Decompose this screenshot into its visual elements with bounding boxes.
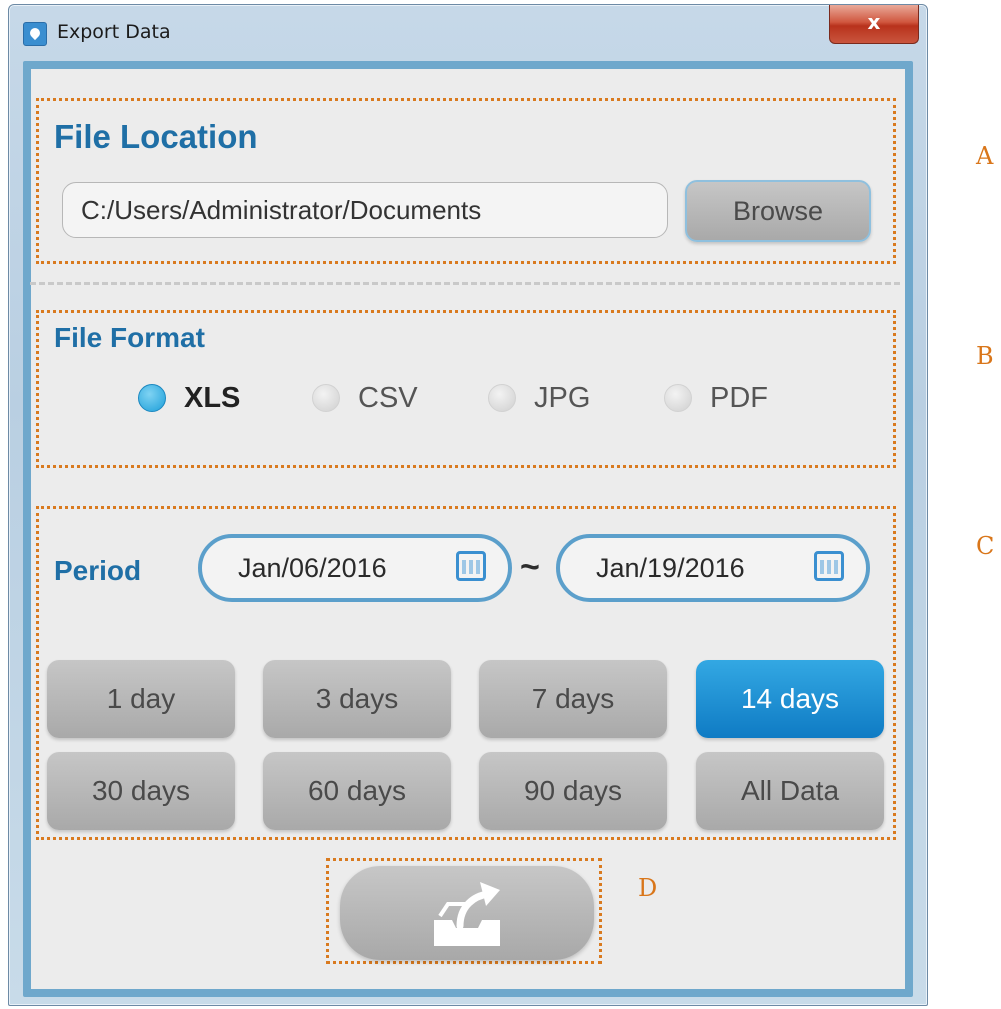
app-drop-icon [23,22,47,46]
range-90-days-button[interactable]: 90 days [479,752,667,830]
calendar-icon[interactable] [456,551,486,581]
callout-d: D [638,874,658,902]
export-button[interactable] [340,866,594,960]
file-location-heading: File Location [54,118,258,155]
radio-indicator[interactable] [664,384,692,412]
start-date-value: Jan/06/2016 [238,553,387,583]
window-title: Export Data [57,21,171,43]
range-1-day-button[interactable]: 1 day [47,660,235,738]
range-14-days-button[interactable]: 14 days [696,660,884,738]
file-format-heading: File Format [54,322,205,353]
radio-selected-indicator[interactable] [138,384,166,412]
callout-a: A [976,142,994,170]
radio-pdf[interactable]: PDF [664,376,768,420]
radio-xls-label: XLS [184,381,241,414]
browse-button[interactable]: Browse [685,180,871,242]
period-heading: Period [54,555,142,586]
radio-indicator[interactable] [488,384,516,412]
callout-c: C [976,532,995,560]
file-path-input[interactable]: C:/Users/Administrator/Documents [62,182,668,238]
range-3-days-button[interactable]: 3 days [263,660,451,738]
radio-jpg[interactable]: JPG [488,376,590,420]
close-button[interactable]: x [829,5,919,44]
range-7-days-button[interactable]: 7 days [479,660,667,738]
radio-csv-label: CSV [358,381,418,414]
radio-jpg-label: JPG [534,381,591,414]
start-date-field[interactable]: Jan/06/2016 [198,534,512,602]
range-60-days-button[interactable]: 60 days [263,752,451,830]
radio-xls[interactable]: XLS [138,376,240,420]
date-range-separator: ~ [520,548,540,586]
title-bar[interactable]: Export Data x [9,5,927,57]
radio-pdf-label: PDF [710,381,768,414]
range-30-days-button[interactable]: 30 days [47,752,235,830]
radio-indicator[interactable] [312,384,340,412]
section-divider [30,282,900,285]
end-date-field[interactable]: Jan/19/2016 [556,534,870,602]
range-all-data-button[interactable]: All Data [696,752,884,830]
callout-b: B [976,342,994,370]
end-date-value: Jan/19/2016 [596,553,745,583]
calendar-icon[interactable] [814,551,844,581]
export-tray-icon [434,882,500,946]
radio-csv[interactable]: CSV [312,376,418,420]
